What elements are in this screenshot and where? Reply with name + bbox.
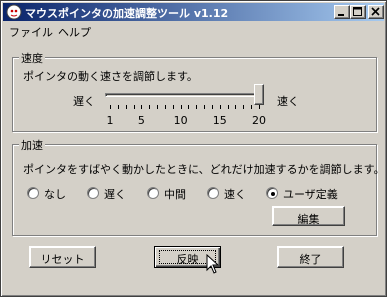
- tick-label-1: 1: [106, 114, 114, 127]
- slider-tick: [118, 105, 119, 109]
- exit-button[interactable]: 終了: [277, 246, 344, 268]
- slider-tick: [157, 105, 158, 109]
- apply-button-label: 反映: [176, 253, 199, 266]
- maximize-icon: [353, 7, 362, 16]
- maximize-button[interactable]: [350, 5, 366, 19]
- slider-tick: [181, 105, 182, 109]
- radio-circle: [147, 187, 159, 199]
- app-window: マウスポインタの加速調整ツール v1.12 ファイル ヘルプ 速度 ポインタの動…: [0, 0, 387, 297]
- slider-tick: [165, 105, 166, 109]
- tick-label-15: 15: [212, 114, 227, 127]
- reset-button[interactable]: リセット: [29, 246, 96, 268]
- speed-fast-label: 速く: [277, 95, 299, 108]
- radio-none-label: なし: [44, 188, 66, 201]
- menu-help[interactable]: ヘルプ: [58, 24, 91, 40]
- slider-tick: [188, 105, 189, 109]
- radio-slow-label: 遅く: [104, 188, 126, 201]
- radio-circle: [266, 187, 278, 199]
- slider-tick: [134, 105, 135, 109]
- tick-label-5: 5: [137, 114, 145, 127]
- speed-group-title: 速度: [19, 50, 45, 66]
- exit-button-label: 終了: [299, 253, 322, 266]
- radio-circle: [207, 187, 219, 199]
- speed-slider-track[interactable]: [105, 93, 263, 97]
- slider-tick: [204, 105, 205, 109]
- slider-tick: [259, 105, 260, 109]
- slider-tick: [220, 105, 221, 109]
- tick-label-10: 10: [173, 114, 188, 127]
- close-button[interactable]: [368, 5, 384, 19]
- slider-tick: [243, 105, 244, 109]
- menu-bar: ファイル ヘルプ: [3, 22, 384, 40]
- speed-slider-thumb[interactable]: [254, 84, 264, 105]
- reset-button-label: リセット: [40, 253, 85, 266]
- minimize-icon: [338, 14, 344, 16]
- edit-button[interactable]: 編集: [272, 206, 345, 226]
- tick-label-20: 20: [252, 114, 266, 127]
- app-icon: [6, 4, 22, 20]
- slider-tick: [110, 105, 111, 109]
- minimize-button[interactable]: [334, 5, 350, 19]
- radio-user-defined-label: ユーザ定義: [283, 188, 338, 201]
- slider-tick: [235, 105, 236, 109]
- menu-file[interactable]: ファイル: [9, 24, 53, 40]
- mouse-pointer-icon: [206, 254, 220, 274]
- edit-button-label: 編集: [297, 213, 320, 226]
- slider-tick: [196, 105, 197, 109]
- accel-group-title: 加速: [19, 137, 45, 153]
- radio-fast-label: 速く: [224, 188, 246, 201]
- accel-description: ポインタをすばやく動かしたときに、どれだけ加速するかを調節します。: [23, 163, 385, 176]
- close-icon: [371, 7, 380, 16]
- speed-description: ポインタの動く速さを調節します。: [23, 70, 198, 83]
- slider-tick: [173, 105, 174, 109]
- title-bar[interactable]: マウスポインタの加速調整ツール v1.12: [3, 3, 384, 21]
- radio-medium-label: 中間: [164, 188, 186, 201]
- radio-circle: [27, 187, 39, 199]
- slider-tick: [141, 105, 142, 109]
- slider-tick: [126, 105, 127, 109]
- slider-tick: [149, 105, 150, 109]
- slider-tick: [251, 105, 252, 109]
- slider-tick: [228, 105, 229, 109]
- window-title: マウスポインタの加速調整ツール v1.12: [25, 7, 229, 20]
- radio-circle: [87, 187, 99, 199]
- radio-dot: [271, 192, 275, 196]
- slider-tick: [212, 105, 213, 109]
- speed-slow-label: 遅く: [73, 95, 95, 108]
